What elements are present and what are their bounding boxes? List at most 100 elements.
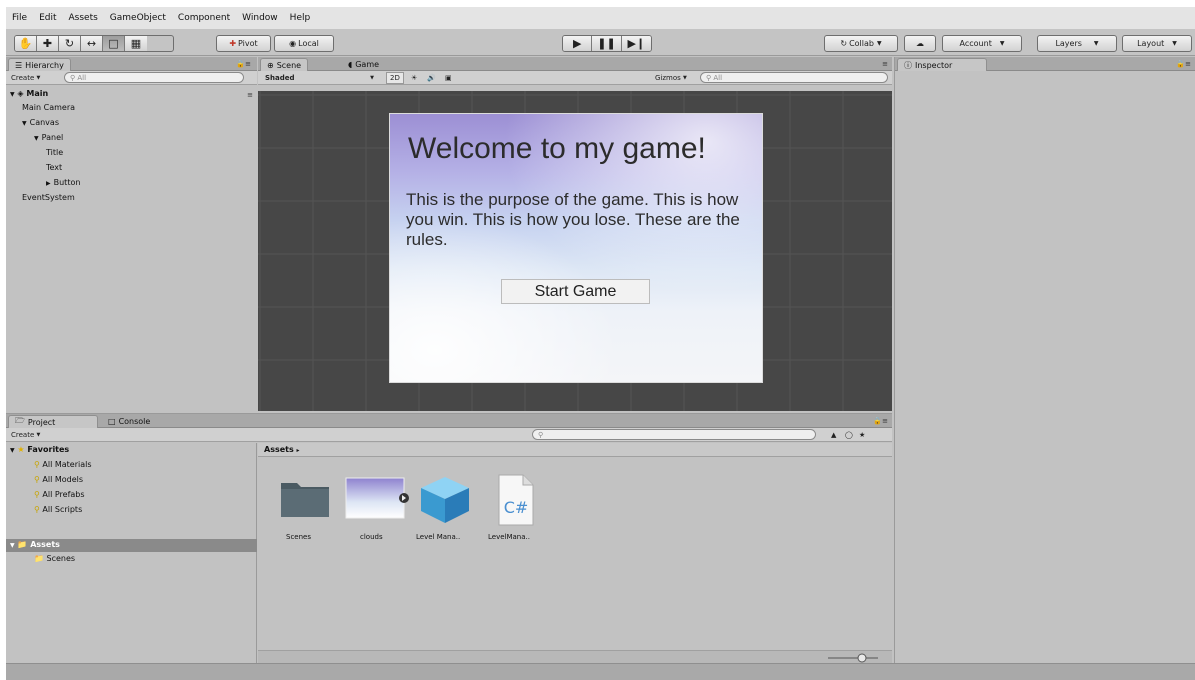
hierarchy-item[interactable]: Title xyxy=(46,148,63,157)
collab-icon: ↻ xyxy=(840,39,848,48)
shading-mode-dropdown[interactable]: Shaded ▼ xyxy=(262,72,374,84)
pause-icon[interactable]: ❚❚ xyxy=(592,36,622,51)
favorite-item[interactable]: ⚲ All Materials xyxy=(34,460,92,469)
chevron-down-icon: ▼ xyxy=(876,40,882,47)
tab-project[interactable]: 🗁 Project xyxy=(8,415,98,428)
asset-label: LevelMana.. xyxy=(488,533,530,541)
create-dropdown[interactable]: Create ▼ xyxy=(8,72,43,84)
menu-help[interactable]: Help xyxy=(290,13,311,23)
hierarchy-item[interactable]: ▶ Button xyxy=(46,178,80,187)
project-search-input[interactable]: ⚲ xyxy=(532,429,816,440)
menu-file[interactable]: File xyxy=(12,13,27,23)
hierarchy-item[interactable]: Main Camera xyxy=(22,103,75,112)
layers-dropdown[interactable]: Layers ▼ xyxy=(1037,35,1117,52)
prefab-cube-icon xyxy=(421,477,469,523)
collapse-arrow-icon[interactable]: ▶ xyxy=(46,180,51,187)
hierarchy-item[interactable]: ▼ Canvas xyxy=(22,118,59,127)
tab-inspector[interactable]: ⓘ Inspector xyxy=(897,58,987,71)
expand-arrow-icon: ▼ xyxy=(10,447,15,454)
menu-window[interactable]: Window xyxy=(242,13,278,23)
scene-root[interactable]: ▼ ◈ Main xyxy=(10,89,48,98)
expand-arrow-icon[interactable]: ▼ xyxy=(22,120,27,127)
expand-arrow-icon[interactable]: ▼ xyxy=(34,135,39,142)
step-icon[interactable]: ▶❙ xyxy=(621,36,651,51)
scene-grid-icon: ⊕ xyxy=(267,60,274,70)
chevron-right-icon: ▸ xyxy=(296,447,300,454)
tab-console[interactable]: □ Console xyxy=(102,415,156,428)
assets-selected-row[interactable]: ▼ 📁 Assets xyxy=(6,539,257,552)
lock-icon[interactable]: 🔒≡ xyxy=(1176,60,1191,68)
favorite-item[interactable]: ⚲ All Scripts xyxy=(34,505,82,514)
move-tool-icon[interactable]: ✚ xyxy=(37,36,59,51)
playback-controls: ▶ ❚❚ ▶❙ xyxy=(562,35,652,52)
inspector-tabstrip: ⓘ Inspector 🔒≡ xyxy=(895,57,1195,71)
scale-tool-icon[interactable]: ↔ xyxy=(81,36,103,51)
hierarchy-tabstrip: ☰ Hierarchy 🔒≡ xyxy=(6,57,257,71)
menu-edit[interactable]: Edit xyxy=(39,13,56,23)
pivot-icon: ✚ xyxy=(229,39,237,48)
collab-dropdown[interactable]: ↻ Collab ▼ xyxy=(824,35,898,52)
chevron-down-icon: ▼ xyxy=(1172,40,1177,47)
effects-icon[interactable]: ▣ xyxy=(442,72,455,84)
gizmos-dropdown[interactable]: Gizmos ▼ xyxy=(652,72,690,84)
menu-component[interactable]: Component xyxy=(178,13,230,23)
inspector-panel: ⓘ Inspector 🔒≡ xyxy=(894,57,1195,663)
lock-icon[interactable]: 🔒≡ xyxy=(873,417,888,425)
asset-scenes-folder[interactable] xyxy=(270,473,340,525)
filter-type-icon[interactable]: ▲ xyxy=(828,429,839,441)
menu-gameobject[interactable]: GameObject xyxy=(110,13,166,23)
menu-assets[interactable]: Assets xyxy=(69,13,98,23)
tab-hierarchy[interactable]: ☰ Hierarchy xyxy=(8,58,71,71)
lock-icon[interactable]: 🔒≡ xyxy=(236,60,251,68)
lighting-icon[interactable]: ☀ xyxy=(408,72,420,84)
chevron-down-icon: ▼ xyxy=(36,432,41,438)
favorite-item[interactable]: ⚲ All Prefabs xyxy=(34,490,85,499)
asset-levelmanager-script[interactable]: C# xyxy=(480,473,550,531)
hierarchy-search-input[interactable]: ⚲ All xyxy=(64,72,244,83)
start-game-button[interactable]: Start Game xyxy=(501,279,650,304)
hierarchy-panel: ☰ Hierarchy 🔒≡ Create ▼ ⚲ All ▼ ◈ Main ≡… xyxy=(6,57,257,411)
hierarchy-item[interactable]: Text xyxy=(46,163,62,172)
scene-subbar: Shaded ▼ 2D ☀ 🔊 ▣ Gizmos ▼ ⚲ All xyxy=(258,71,892,85)
folder-icon xyxy=(281,483,329,517)
hand-tool-icon[interactable]: ✋ xyxy=(15,36,37,51)
game-ui-panel[interactable]: Welcome to my game! This is the purpose … xyxy=(389,113,763,383)
panel-options-icon[interactable]: ≡ xyxy=(882,60,888,68)
unity-scene-icon: ◈ xyxy=(17,89,24,98)
favorites-header[interactable]: ▼ ★ Favorites xyxy=(10,445,69,454)
pivot-toggle[interactable]: ✚ Pivot xyxy=(216,35,271,52)
cloud-icon: ☁ xyxy=(916,39,924,48)
filter-label-icon[interactable]: ◯ xyxy=(842,429,856,441)
game-title: Welcome to my game! xyxy=(408,132,706,165)
cloud-button[interactable]: ☁ xyxy=(904,35,936,52)
rotate-tool-icon[interactable]: ↻ xyxy=(59,36,81,51)
scene-options-icon[interactable]: ≡ xyxy=(247,91,253,99)
local-toggle[interactable]: ◉ Local xyxy=(274,35,334,52)
breadcrumb-assets[interactable]: Assets ▸ xyxy=(264,445,300,454)
game-pacman-icon: ◖ xyxy=(348,60,353,69)
console-icon: □ xyxy=(108,417,116,426)
chevron-down-icon: ▼ xyxy=(370,75,374,81)
tab-scene[interactable]: ⊕ Scene xyxy=(260,58,309,71)
rect-tool-icon[interactable]: □ xyxy=(103,36,125,51)
2d-toggle[interactable]: 2D xyxy=(386,72,404,84)
create-dropdown[interactable]: Create ▼ xyxy=(8,429,43,441)
folder-scenes[interactable]: 📁 Scenes xyxy=(34,554,75,563)
transform-tool-icon[interactable]: ▦ xyxy=(125,36,147,51)
scene-search-input[interactable]: ⚲ All xyxy=(700,72,888,83)
asset-levelmanager-prefab[interactable] xyxy=(410,473,480,529)
asset-clouds-texture[interactable] xyxy=(340,473,410,525)
info-icon: ⓘ xyxy=(904,60,912,70)
favorite-star-icon[interactable]: ★ xyxy=(856,429,868,441)
hierarchy-item[interactable]: EventSystem xyxy=(22,193,75,202)
expand-arrow-icon: ▼ xyxy=(10,91,15,98)
layout-dropdown[interactable]: Layout ▼ xyxy=(1122,35,1192,52)
unity-editor-window: File Edit Assets GameObject Component Wi… xyxy=(6,7,1195,680)
play-icon[interactable]: ▶ xyxy=(563,36,593,51)
hierarchy-item[interactable]: ▼ Panel xyxy=(34,133,63,142)
svg-text:C#: C# xyxy=(504,498,529,517)
tab-game[interactable]: ◖ Game xyxy=(342,58,385,71)
audio-icon[interactable]: 🔊 xyxy=(424,72,439,84)
favorite-item[interactable]: ⚲ All Models xyxy=(34,475,83,484)
account-dropdown[interactable]: Account ▼ xyxy=(942,35,1022,52)
